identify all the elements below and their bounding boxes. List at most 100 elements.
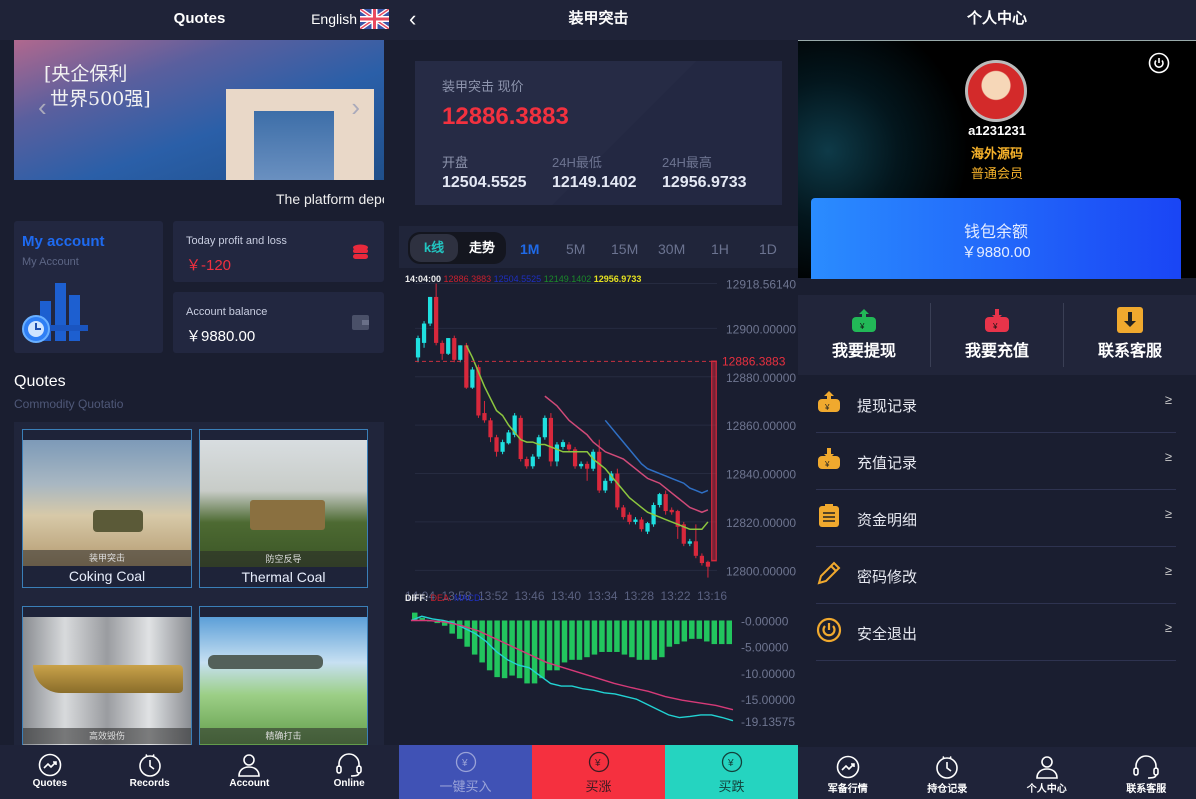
header: ‹ 装甲突击 bbox=[399, 0, 798, 40]
tab-kline[interactable]: k线 bbox=[410, 234, 458, 262]
stat-24h-high: 24H最高 12956.9733 bbox=[662, 155, 747, 191]
macd-bar bbox=[719, 620, 725, 645]
bottom-nav: 军备行情 持仓记录 个人中心 联系客服 bbox=[798, 747, 1196, 799]
language-selector[interactable]: English bbox=[311, 0, 357, 38]
candle bbox=[542, 417, 547, 438]
nav-profile[interactable]: 个人中心 bbox=[997, 747, 1097, 799]
current-price-label: 12886.3883 bbox=[722, 354, 786, 368]
quick-actions: ¥ 我要提现 ¥ 我要充值 联系客服 bbox=[798, 295, 1196, 375]
timeframe-30m[interactable]: 30M bbox=[658, 241, 685, 257]
timeframe-1m[interactable]: 1M bbox=[520, 241, 539, 257]
yen-up-icon: ¥ bbox=[455, 751, 476, 773]
notice-marquee: The platform depo bbox=[276, 191, 384, 207]
timeframe-5m[interactable]: 5M bbox=[566, 241, 585, 257]
account-chart-icon bbox=[22, 283, 88, 343]
y-tick-label: -5.00000 bbox=[741, 641, 789, 655]
headset-icon bbox=[1133, 755, 1160, 779]
nav-quotes[interactable]: Quotes bbox=[0, 745, 100, 799]
my-account-subtitle: My Account bbox=[22, 256, 79, 268]
svg-text:¥: ¥ bbox=[594, 758, 601, 769]
macd-bar bbox=[494, 620, 500, 678]
chevron-right-icon: ≥ bbox=[1164, 449, 1172, 464]
nav-service[interactable]: 联系客服 bbox=[1097, 747, 1196, 799]
timeframe-1h[interactable]: 1H bbox=[711, 241, 729, 257]
buy-up-button[interactable]: ¥ 买涨 bbox=[532, 745, 665, 799]
y-tick-label: -0.00000 bbox=[741, 614, 789, 628]
candlestick-chart[interactable]: 12918.56140 12900.00000 12880.00000 12860.0… bbox=[399, 280, 798, 610]
candle bbox=[633, 519, 638, 522]
clock-icon bbox=[936, 756, 959, 779]
menu-item[interactable]: 资金明细 ≥ bbox=[816, 490, 1176, 547]
nav-positions[interactable]: 持仓记录 bbox=[898, 747, 998, 799]
back-arrow-icon[interactable]: ‹ bbox=[409, 0, 416, 38]
timeframe-1d[interactable]: 1D bbox=[759, 241, 777, 257]
contact-service-button[interactable]: 联系客服 bbox=[1064, 303, 1196, 367]
nav-account[interactable]: Account bbox=[200, 745, 300, 799]
uk-flag-icon[interactable] bbox=[360, 9, 389, 29]
timeframe-15m[interactable]: 15M bbox=[611, 241, 638, 257]
banner-next-arrow[interactable]: › bbox=[351, 92, 360, 123]
macd-bar bbox=[456, 620, 463, 639]
nav-market[interactable]: 军备行情 bbox=[798, 747, 898, 799]
avatar[interactable] bbox=[965, 60, 1027, 122]
macd-bar bbox=[539, 620, 545, 679]
recharge-button[interactable]: ¥ 我要充值 bbox=[931, 303, 1064, 367]
macd-bar bbox=[704, 620, 710, 642]
candle bbox=[566, 444, 572, 450]
macd-bar bbox=[606, 620, 613, 652]
coins-icon bbox=[353, 244, 368, 259]
wallet-balance-card[interactable]: 钱包余额 ￥9880.00 bbox=[811, 198, 1181, 279]
macd-bar bbox=[584, 620, 590, 658]
svg-text:¥: ¥ bbox=[859, 322, 865, 331]
candle bbox=[440, 342, 445, 354]
tile-caption: 防空反导 bbox=[200, 551, 367, 567]
download-icon bbox=[1117, 307, 1143, 333]
quick-buy-button[interactable]: ¥ 一键买入 bbox=[399, 745, 532, 799]
macd-bar bbox=[621, 620, 628, 655]
withdraw-record-icon: ¥ bbox=[818, 391, 840, 412]
banner-prev-arrow[interactable]: ‹ bbox=[38, 92, 47, 123]
withdraw-button[interactable]: ¥ 我要提现 bbox=[798, 303, 931, 367]
menu-item[interactable]: ¥ 提现记录 ≥ bbox=[816, 376, 1176, 433]
nav-records[interactable]: Records bbox=[100, 745, 200, 799]
yen-up-icon: ¥ bbox=[588, 751, 609, 773]
menu-item[interactable]: 密码修改 ≥ bbox=[816, 547, 1176, 604]
my-account-title: My account bbox=[22, 233, 105, 250]
username: a1231231 bbox=[968, 123, 1026, 138]
macd-bar bbox=[666, 620, 673, 647]
pencil-icon bbox=[817, 561, 841, 585]
macd-bar bbox=[659, 620, 665, 658]
nav-label: Quotes bbox=[32, 778, 68, 789]
banner-carousel[interactable]: [央企保利 世界500强] ‹ › bbox=[14, 40, 384, 180]
profit-label: Today profit and loss bbox=[186, 235, 287, 247]
menu-item[interactable]: ¥ 充值记录 ≥ bbox=[816, 433, 1176, 490]
svg-text:¥: ¥ bbox=[824, 403, 830, 412]
candle bbox=[639, 519, 644, 530]
menu-item[interactable]: 安全退出 ≥ bbox=[816, 604, 1176, 661]
commodity-tile[interactable]: 防空反导 Thermal Coal bbox=[199, 429, 368, 588]
quotes-panel: Quotes English [央企保利 世界500强] ‹ › The plat… bbox=[0, 0, 399, 799]
commodity-tile[interactable]: 精确打击 bbox=[199, 606, 368, 751]
candle bbox=[705, 561, 711, 567]
nav-online[interactable]: Online bbox=[299, 745, 399, 799]
macd-chart[interactable]: -0.00000 -5.00000 -10.00000 -15.00000 -19.13… bbox=[399, 610, 798, 745]
chart-type-toggle: k线 走势 bbox=[408, 232, 506, 264]
commodity-tile[interactable]: 装甲突击 Coking Coal bbox=[22, 429, 192, 588]
macd-bar bbox=[501, 620, 508, 679]
buy-down-button[interactable]: ¥ 买跌 bbox=[665, 745, 798, 799]
macd-bar bbox=[711, 620, 718, 645]
menu-item-label: 资金明细 bbox=[857, 512, 918, 529]
macd-bar bbox=[599, 620, 605, 652]
candle bbox=[597, 451, 602, 491]
power-icon bbox=[816, 617, 842, 643]
commodity-tile[interactable]: 高效毁伤 bbox=[22, 606, 192, 751]
chevron-right-icon: ≥ bbox=[1164, 392, 1172, 407]
nav-label: 持仓记录 bbox=[927, 784, 968, 795]
candle bbox=[530, 456, 535, 467]
nav-label: 个人中心 bbox=[1026, 784, 1067, 795]
tab-trend[interactable]: 走势 bbox=[460, 234, 504, 262]
svg-text:¥: ¥ bbox=[992, 322, 998, 331]
my-account-card[interactable]: My account My Account bbox=[14, 221, 163, 353]
power-icon[interactable] bbox=[1148, 52, 1170, 74]
candle bbox=[434, 296, 439, 343]
